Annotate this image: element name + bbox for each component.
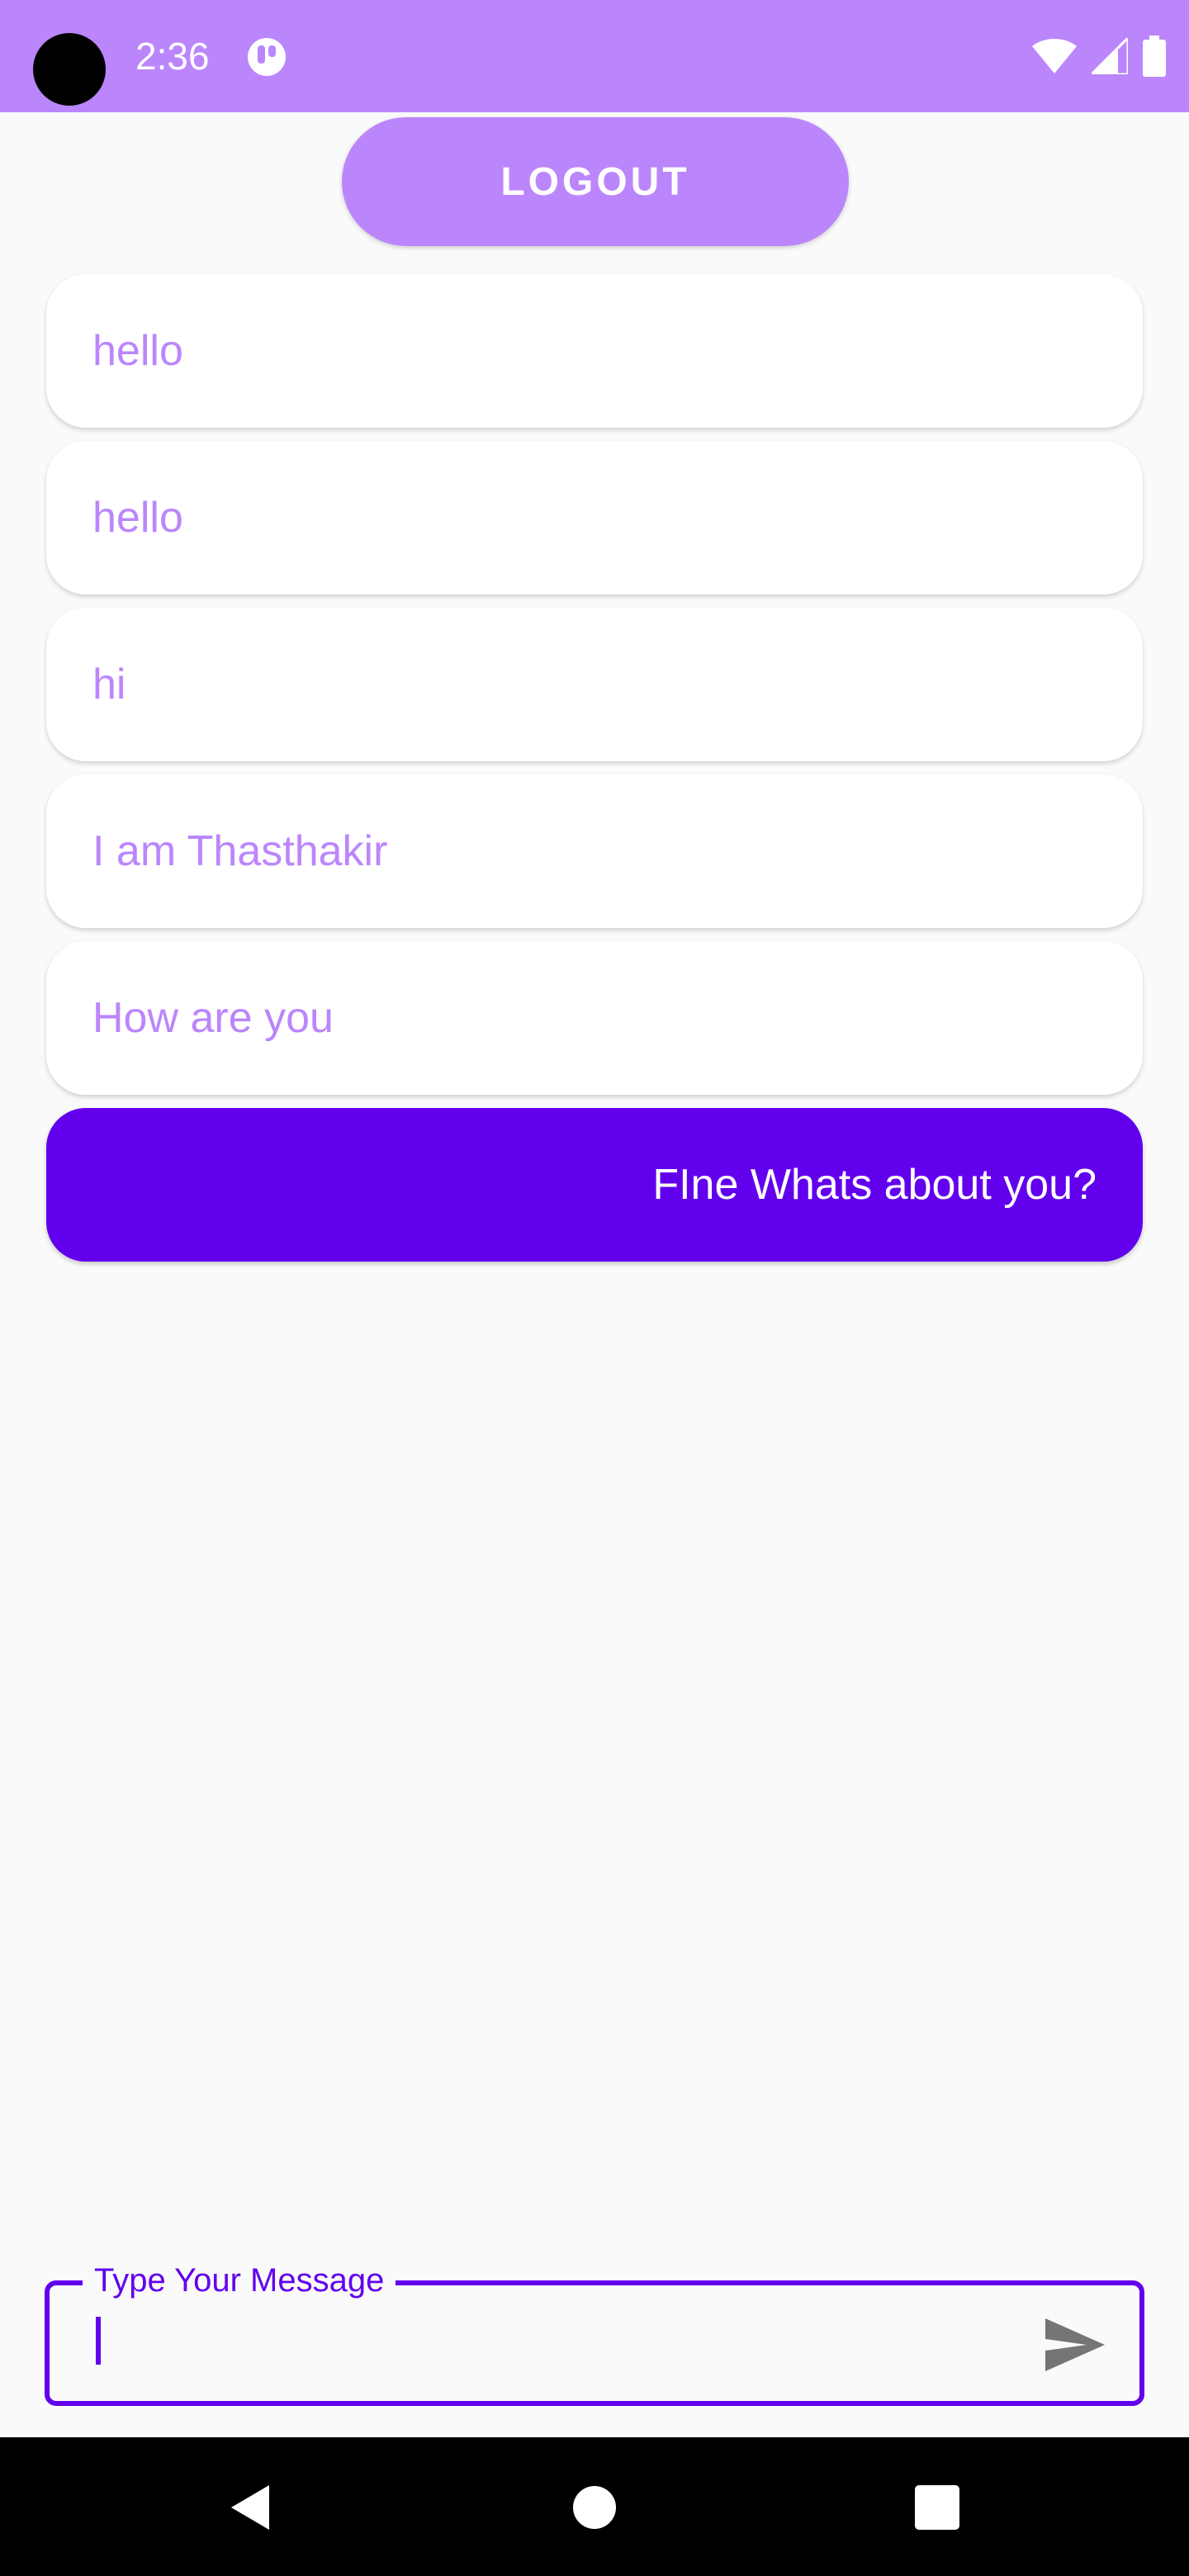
message-field-label: Type Your Message	[83, 2259, 396, 2302]
message-bubble: How are you	[46, 941, 1143, 1095]
recents-icon[interactable]	[908, 2479, 966, 2536]
system-nav-bar	[0, 2437, 1189, 2576]
status-bar: 2:36	[0, 0, 1189, 112]
message-bubble: I am Thasthakir	[46, 774, 1143, 928]
status-time: 2:36	[135, 35, 210, 78]
signal-icon	[1092, 38, 1128, 74]
battery-icon	[1143, 36, 1166, 77]
camera-cutout	[33, 33, 106, 106]
message-bubble: hello	[46, 274, 1143, 428]
message-bubble: hello	[46, 441, 1143, 594]
back-icon[interactable]	[221, 2479, 279, 2536]
message-bubble-sent: FIne Whats about you?	[46, 1108, 1143, 1262]
text-cursor	[96, 2317, 101, 2365]
wifi-icon	[1032, 39, 1077, 73]
app-notification-icon	[248, 38, 286, 76]
message-composer: Type Your Message	[45, 2259, 1144, 2406]
home-icon[interactable]	[566, 2479, 623, 2536]
message-bubble: hi	[46, 608, 1143, 761]
message-input[interactable]	[86, 2305, 994, 2379]
send-icon[interactable]	[1040, 2310, 1110, 2379]
status-icons	[1032, 30, 1166, 83]
logout-button[interactable]: LOGOUT	[342, 117, 849, 246]
